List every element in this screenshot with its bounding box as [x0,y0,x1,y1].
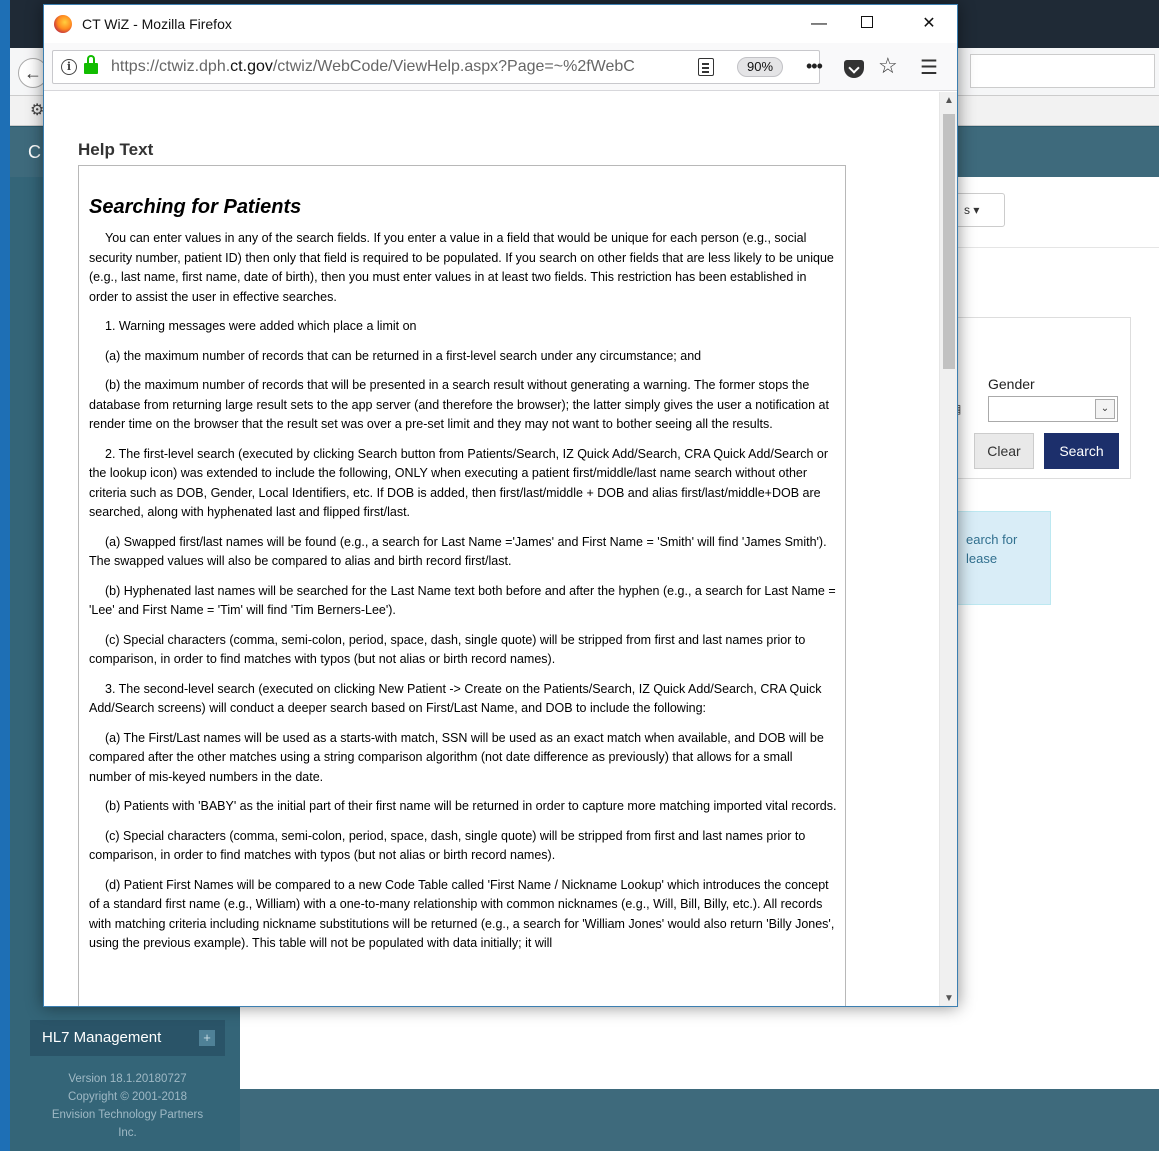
company-line: Envision Technology Partners [51,1109,204,1121]
page-title: Help Text [78,140,154,159]
gender-label: Gender [988,376,1035,392]
window-title: CT WiZ - Mozilla Firefox [82,16,232,32]
popup-titlebar: CT WiZ - Mozilla Firefox — ✕ [44,5,957,43]
help-paragraph: 3. The second-level search (executed on … [89,681,822,716]
help-paragraph: (b) Hyphenated last names will be search… [89,583,836,618]
info-alert-text: earch for lease [966,532,1018,566]
maximize-button[interactable] [844,5,890,43]
help-paragraph: (b) the maximum number of records that w… [89,378,829,431]
version-line: Version 18.1.20180727 [68,1073,187,1085]
vertical-scrollbar[interactable]: ▲ ▼ [939,92,957,1006]
help-paragraph: 2. The first-level search (executed by c… [89,446,829,520]
patient-search-panel: Gender ▤ ⌄ Clear Search [950,317,1131,479]
help-paragraph: You can enter values in any of the searc… [89,231,834,304]
help-paragraph: (b) Patients with 'BABY' as the initial … [105,799,837,813]
help-paragraph: (a) The First/Last names will be used as… [89,730,824,784]
firefox-logo-icon [54,15,72,33]
maximize-icon [861,16,873,28]
scroll-down-arrow-icon[interactable]: ▼ [940,990,957,1006]
chevron-down-icon[interactable]: ⌄ [1095,399,1115,419]
background-url-bar[interactable] [970,54,1155,88]
close-button[interactable]: ✕ [906,5,952,43]
sidebar-item-label: HL7 Management [42,1029,162,1046]
version-info: Version 18.1.20180727 Copyright © 2001-2… [30,1070,225,1142]
help-heading: Searching for Patients [89,196,302,218]
info-alert: earch for lease [955,511,1051,605]
help-paragraph: 1. Warning messages were added which pla… [105,319,417,333]
plus-icon[interactable]: + [199,1030,215,1046]
help-page-content: Help Text Searching for Patients You can… [44,92,939,1006]
copyright-line: Copyright © 2001-2018 [67,1091,188,1103]
zoom-level-badge[interactable]: 90% [737,57,783,77]
url-text[interactable]: https://ctwiz.dph.ct.gov/ctwiz/WebCode/V… [111,58,691,76]
sidebar-item-hl7-management[interactable]: HL7 Management + [30,1020,225,1056]
help-paragraph: (a) Swapped first/last names will be fou… [89,534,827,569]
help-paragraph: (a) the maximum number of records that c… [105,348,702,363]
help-paragraph: (c) Special characters (comma, semi-colo… [89,632,806,667]
address-bar[interactable]: i https://ctwiz.dph.ct.gov/ctwiz/WebCode… [52,50,820,84]
help-paragraphs: You can enter values in any of the searc… [89,229,837,954]
app-title-fragment: C [28,142,41,162]
bookmark-star-icon[interactable]: ☆ [878,53,898,79]
help-text-box: Searching for Patients You can enter val… [78,165,846,1006]
background-dropdown[interactable]: s ▾ [955,193,1005,227]
scrollbar-thumb[interactable] [943,114,955,369]
help-popup-window: CT WiZ - Mozilla Firefox — ✕ i https://c… [43,4,958,1007]
clear-button[interactable]: Clear [974,433,1034,469]
divider [955,247,1159,248]
more-actions-icon[interactable]: ••• [806,56,823,77]
background-footer [240,1089,1159,1151]
gender-select[interactable]: ⌄ [988,396,1118,422]
info-icon[interactable]: i [61,59,77,75]
lock-icon[interactable] [84,55,98,74]
company-line-suffix: Inc. [118,1127,137,1139]
help-paragraph: (d) Patient First Names will be compared… [89,877,835,951]
reader-view-icon[interactable] [698,58,714,76]
hamburger-menu-icon[interactable]: ☰ [920,55,938,80]
search-button[interactable]: Search [1044,433,1119,469]
help-paragraph: (c) Special characters (comma, semi-colo… [89,828,806,863]
minimize-button[interactable]: — [796,5,842,43]
scroll-up-arrow-icon[interactable]: ▲ [940,92,957,110]
